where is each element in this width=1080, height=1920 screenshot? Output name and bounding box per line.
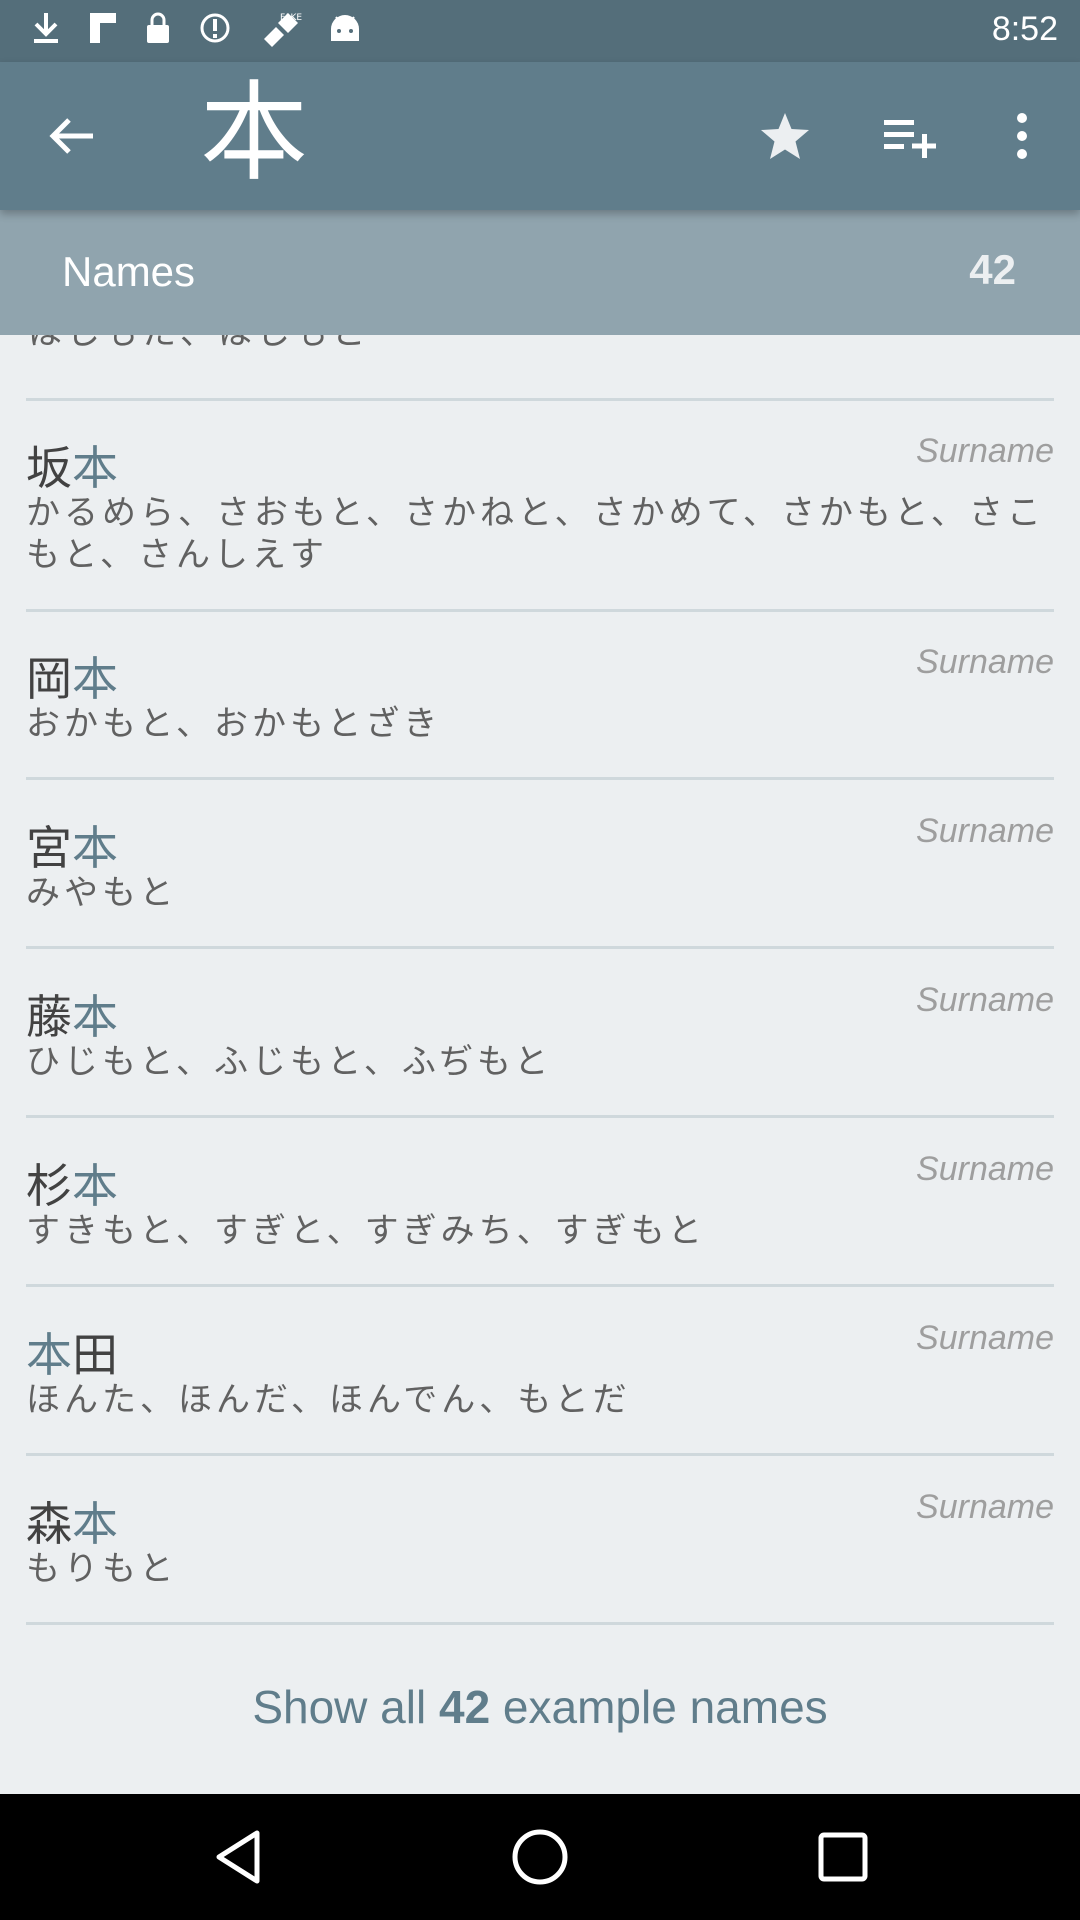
arrow-back-icon bbox=[49, 118, 93, 154]
name-reading: もりもと bbox=[26, 1549, 178, 1589]
nav-home-button[interactable] bbox=[507, 1824, 573, 1890]
star-icon bbox=[761, 113, 809, 159]
name-type: Surname bbox=[916, 1150, 1054, 1188]
name-reading: ほんた、ほんだ、ほんでん、もとだ bbox=[26, 1380, 631, 1420]
name-reading: すきもと、すぎと、すぎみち、すぎもと bbox=[26, 1211, 706, 1251]
back-triangle-icon bbox=[216, 1830, 260, 1884]
name-type: Surname bbox=[916, 1488, 1054, 1526]
name-kanji: 岡本 bbox=[26, 652, 118, 706]
home-circle-icon bbox=[512, 1829, 568, 1885]
section-count: 42 bbox=[969, 246, 1016, 293]
playlist-add-icon bbox=[884, 120, 936, 158]
favorite-button[interactable] bbox=[755, 106, 815, 166]
divider bbox=[26, 1115, 1054, 1118]
highlighted-kanji: 本 bbox=[72, 1497, 118, 1551]
status-time: 8:52 bbox=[991, 10, 1058, 48]
name-kanji: 宮本 bbox=[26, 821, 118, 875]
divider bbox=[26, 1453, 1054, 1456]
section-title: Names bbox=[62, 248, 196, 295]
more-vert-icon bbox=[1017, 113, 1027, 159]
show-all-post: example names bbox=[490, 1681, 828, 1733]
add-to-list-button[interactable] bbox=[880, 106, 940, 166]
list-item[interactable]: 岡本 Surname おかもと、おかもとざき bbox=[26, 643, 1054, 783]
name-reading: ひじもと、ふじもと、ふぢもと bbox=[26, 1042, 553, 1082]
name-reading: かるめら、さおもと、さかねと、さかめて、さかもと、さこもと、さんしえす bbox=[26, 493, 1045, 575]
divider bbox=[26, 1622, 1054, 1625]
status-bar: FAKE 8:52 bbox=[0, 0, 1080, 62]
divider bbox=[26, 398, 1054, 401]
divider bbox=[26, 1284, 1054, 1287]
name-type: Surname bbox=[916, 1319, 1054, 1357]
name-type: Surname bbox=[916, 432, 1054, 470]
lock-icon bbox=[144, 11, 172, 51]
list-item[interactable]: 藤本 Surname ひじもと、ふじもと、ふぢもと bbox=[26, 981, 1054, 1121]
divider bbox=[26, 946, 1054, 949]
name-reading: おかもと、おかもとざき bbox=[26, 704, 442, 744]
show-all-button[interactable]: Show all 42 example names bbox=[0, 1680, 1080, 1734]
name-type: Surname bbox=[916, 812, 1054, 850]
recents-square-icon bbox=[818, 1832, 868, 1882]
divider bbox=[26, 609, 1054, 612]
show-all-pre: Show all bbox=[252, 1681, 439, 1733]
name-type: Surname bbox=[916, 643, 1054, 681]
highlighted-kanji: 本 bbox=[72, 652, 118, 706]
highlighted-kanji: 本 bbox=[72, 821, 118, 875]
fake-gps-icon: FAKE bbox=[258, 9, 302, 53]
name-kanji: 杉本 bbox=[26, 1159, 118, 1213]
list-item[interactable]: 宮本 Surname みやもと bbox=[26, 812, 1054, 952]
data-saver-icon bbox=[198, 11, 232, 51]
section-header: Names 42 bbox=[0, 210, 1080, 335]
svg-text:FAKE: FAKE bbox=[280, 13, 302, 23]
list-item[interactable]: 本田 Surname ほんた、ほんだ、ほんでん、もとだ bbox=[26, 1319, 1054, 1459]
back-button[interactable] bbox=[40, 104, 104, 168]
highlighted-kanji: 本 bbox=[72, 441, 118, 495]
show-all-count: 42 bbox=[438, 1681, 491, 1733]
name-reading: みやもと bbox=[26, 873, 178, 913]
name-kanji: 藤本 bbox=[26, 990, 118, 1044]
kanji-title: 本 bbox=[200, 71, 309, 196]
highlighted-kanji: 本 bbox=[26, 1328, 72, 1382]
name-kanji: 坂本 bbox=[26, 441, 118, 495]
navigation-bar bbox=[0, 1794, 1080, 1920]
highlighted-kanji: 本 bbox=[72, 1159, 118, 1213]
android-icon bbox=[328, 13, 362, 49]
app-bar: 本 bbox=[0, 62, 1080, 210]
download-icon bbox=[30, 11, 62, 51]
name-kanji: 本田 bbox=[26, 1328, 118, 1382]
flipboard-icon bbox=[88, 11, 118, 51]
list-item[interactable]: 坂本 Surname かるめら、さおもと、さかねと、さかめて、さかもと、さこもと… bbox=[26, 432, 1054, 612]
list-item[interactable]: 杉本 Surname すきもと、すぎと、すぎみち、すぎもと bbox=[26, 1150, 1054, 1290]
divider bbox=[26, 777, 1054, 780]
status-icons: FAKE bbox=[0, 9, 362, 53]
nav-recents-button[interactable] bbox=[810, 1824, 876, 1890]
name-kanji: 森本 bbox=[26, 1497, 118, 1551]
highlighted-kanji: 本 bbox=[72, 990, 118, 1044]
list-item[interactable]: 森本 Surname もりもと bbox=[26, 1488, 1054, 1628]
name-type: Surname bbox=[916, 981, 1054, 1019]
more-options-button[interactable] bbox=[992, 106, 1052, 166]
nav-back-button[interactable] bbox=[205, 1824, 271, 1890]
